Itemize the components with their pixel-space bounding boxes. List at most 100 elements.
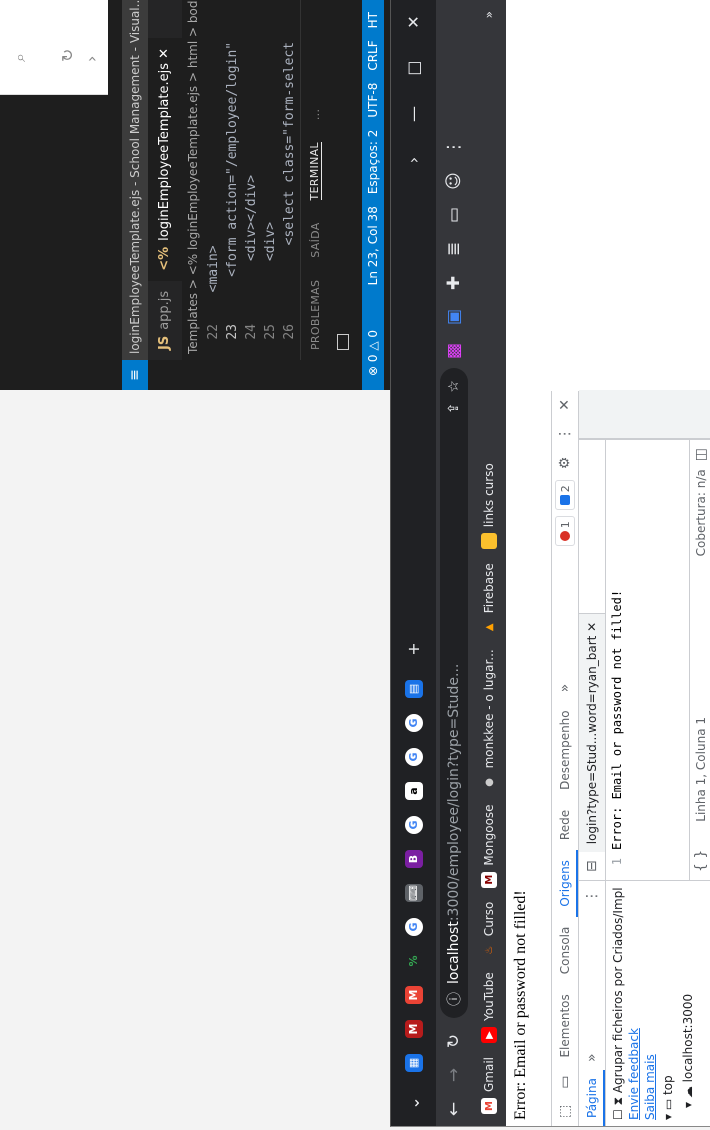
minimize-icon[interactable]: — bbox=[404, 91, 423, 137]
menu-dots-icon[interactable]: ⋮ bbox=[444, 130, 464, 164]
new-tab-icon[interactable]: + bbox=[404, 626, 423, 672]
bookmark-links-curso[interactable]: ▬ links curso bbox=[481, 463, 497, 550]
back-arrow-icon[interactable]: ← bbox=[444, 1092, 464, 1126]
checkbox[interactable]: ☐ bbox=[611, 1105, 625, 1120]
tab-elements[interactable]: Elementos bbox=[552, 984, 578, 1067]
bookmark-firebase[interactable]: ▲ Firebase bbox=[481, 563, 497, 635]
panel-tab-problems[interactable]: PROBLEMAS bbox=[309, 280, 322, 350]
vscode-menu-icon[interactable]: ≡ bbox=[122, 360, 148, 390]
inspect-element-icon[interactable]: ⬚ bbox=[557, 1097, 573, 1126]
bookmark-youtube[interactable]: ▶ YouTube bbox=[481, 972, 497, 1043]
error-badge[interactable]: 1 bbox=[555, 516, 575, 547]
extension-icon[interactable]: ▣ bbox=[444, 300, 464, 334]
close-icon[interactable]: ✕ bbox=[157, 48, 172, 59]
maximize-icon[interactable]: □ bbox=[404, 45, 423, 91]
panel-more-icon[interactable]: ... bbox=[309, 109, 322, 120]
breadcrumb[interactable]: Templates > <% loginEmployeeTemplate.ejs… bbox=[182, 0, 204, 360]
toggle-navigator-icon[interactable]: ⊟ bbox=[584, 852, 600, 880]
tab-favicon-8[interactable]: G bbox=[401, 812, 427, 838]
horizontal-scrollbar[interactable] bbox=[579, 426, 710, 439]
more-tabs-icon[interactable]: » bbox=[557, 676, 573, 701]
refresh-icon[interactable]: ↻ bbox=[58, 49, 77, 62]
feedback-link[interactable]: Envie feedback bbox=[627, 1028, 641, 1120]
tab-performance[interactable]: Desempenho bbox=[552, 700, 578, 800]
tab-favicon-10[interactable]: G bbox=[401, 744, 427, 770]
tab-favicon-1[interactable]: ▦ bbox=[401, 1050, 427, 1076]
nav-tab-page[interactable]: Página bbox=[579, 1070, 605, 1126]
code-editor[interactable]: 22 <main> 23 <form action="/employee/logi… bbox=[204, 0, 300, 360]
tab-favicon-12[interactable]: ▤ bbox=[401, 676, 427, 702]
panel-tab-terminal[interactable]: TERMINAL bbox=[308, 142, 322, 201]
bookmark-monkkee[interactable]: ● monkkee - o lugar... bbox=[481, 649, 497, 790]
puzzle-extensions-icon[interactable]: ✚ bbox=[444, 266, 464, 300]
status-spaces[interactable]: Espaços: 2 bbox=[362, 130, 384, 195]
pretty-print-icon[interactable]: { } bbox=[693, 842, 709, 880]
bookmark-curso[interactable]: ♨ Curso bbox=[481, 902, 497, 959]
learn-more-link[interactable]: Saiba mais bbox=[643, 1054, 657, 1120]
tab-login-template[interactable]: <% loginEmployeeTemplate.ejs ✕ bbox=[148, 37, 182, 281]
info-badge[interactable]: 2 bbox=[555, 480, 575, 511]
search-icon[interactable]: ⌕ bbox=[10, 53, 30, 62]
device-toolbar-icon[interactable]: ▭ bbox=[557, 1068, 573, 1097]
tab-app-js[interactable]: JS app.js bbox=[148, 281, 182, 360]
tab-favicon-4[interactable]: % bbox=[401, 948, 427, 974]
code-line[interactable]: 24 <div></div> bbox=[242, 0, 261, 360]
tab-console[interactable]: Consola bbox=[552, 917, 578, 985]
devtools-panel: ⬚ ▭ Elementos Consola Origens Rede Desem… bbox=[551, 390, 710, 1126]
status-eol[interactable]: CRLF bbox=[362, 40, 384, 70]
site-info-icon[interactable]: ⓘ bbox=[444, 992, 464, 1006]
tree-label: localhost:3000 bbox=[681, 993, 695, 1083]
chevron-right-icon[interactable]: › bbox=[404, 137, 423, 183]
bookmark-mongoose[interactable]: M Mongoose bbox=[481, 804, 497, 888]
code-line[interactable]: 25 <div> bbox=[261, 0, 280, 360]
tree-item-top[interactable]: ▾ ▭ top bbox=[658, 887, 678, 1120]
bookmark-gmail[interactable]: M Gmail bbox=[481, 1057, 497, 1114]
status-problems[interactable]: ⊗ 0 △ 0 bbox=[362, 330, 384, 376]
tab-favicon-5[interactable]: G bbox=[401, 914, 427, 940]
address-bar[interactable]: ⓘ localhost:3000/employee/login?type=Stu… bbox=[440, 368, 468, 1018]
toggle-debugger-icon[interactable]: ◫ bbox=[693, 440, 709, 469]
close-window-icon[interactable]: ✕ bbox=[404, 0, 423, 45]
status-encoding[interactable]: UTF-8 bbox=[362, 83, 384, 118]
reload-icon[interactable]: ↻ bbox=[444, 1024, 464, 1058]
chevron-right-icon[interactable]: › bbox=[82, 56, 101, 62]
status-position[interactable]: Ln 23, Col 38 bbox=[362, 206, 384, 285]
more-nav-tabs-icon[interactable]: » bbox=[584, 1045, 600, 1070]
vscode-status-bar: ⊗ 0 △ 0 Ln 23, Col 38 Espaços: 2 UTF-8 C… bbox=[362, 0, 384, 390]
status-language[interactable]: HT bbox=[362, 12, 384, 28]
tab-favicon-6[interactable]: ⌨ bbox=[401, 880, 427, 906]
bookmark-star-icon[interactable]: ☆ bbox=[446, 380, 462, 393]
tab-favicon-11[interactable]: G bbox=[401, 710, 427, 736]
forward-arrow-icon[interactable]: → bbox=[444, 1058, 464, 1092]
group-files-option[interactable]: ☐ ⧗ Agrupar ficheiros por Criados/Implem… bbox=[610, 887, 626, 1120]
terminal-cursor bbox=[337, 334, 349, 350]
panel-tab-output[interactable]: SAÍDA bbox=[309, 222, 322, 257]
tab-favicon-3[interactable]: M bbox=[401, 982, 427, 1008]
code-line[interactable]: 23 <form action="/employee/login" bbox=[223, 0, 242, 360]
close-icon[interactable]: ✕ bbox=[585, 622, 599, 632]
color-extension-icon[interactable]: ▩ bbox=[444, 334, 464, 368]
tab-network[interactable]: Rede bbox=[552, 800, 578, 850]
settings-gear-icon[interactable]: ⚙ bbox=[557, 449, 573, 478]
tab-favicon-7[interactable]: B bbox=[401, 846, 427, 872]
share-icon[interactable]: ⇪ bbox=[446, 403, 462, 415]
code-line[interactable]: 26 <select class="form-select bbox=[280, 0, 299, 360]
tab-favicon-9[interactable]: a bbox=[401, 778, 427, 804]
code-line[interactable]: 22 <main> bbox=[204, 0, 223, 360]
reading-list-icon[interactable]: ≣ bbox=[444, 232, 464, 266]
youtube-icon: ▶ bbox=[481, 1026, 497, 1043]
editor-code[interactable]: 1 Error: Email or password not filled! bbox=[606, 440, 691, 880]
bookmarks-overflow-icon[interactable]: » bbox=[482, 11, 496, 18]
scrollbar[interactable] bbox=[579, 390, 710, 440]
more-options-icon[interactable]: ⋮ bbox=[557, 419, 573, 449]
side-panel-icon[interactable]: ▭ bbox=[444, 198, 464, 232]
tree-item-host[interactable]: ▾ ☁ localhost:3000 bbox=[678, 887, 698, 1120]
more-options-icon[interactable]: ⋮ bbox=[584, 881, 600, 911]
tab-favicon-2[interactable]: M bbox=[401, 1016, 427, 1042]
editor-file-tab[interactable]: login?type=Stud...word=ryan_bart ✕ bbox=[579, 612, 605, 853]
tab-sources[interactable]: Origens bbox=[552, 850, 578, 917]
close-devtools-icon[interactable]: ✕ bbox=[557, 391, 573, 419]
coverage-status: Cobertura: n/a bbox=[694, 469, 708, 557]
tab-search-icon[interactable]: ⌄ bbox=[404, 1080, 423, 1126]
avatar[interactable]: ☺ bbox=[444, 164, 464, 198]
